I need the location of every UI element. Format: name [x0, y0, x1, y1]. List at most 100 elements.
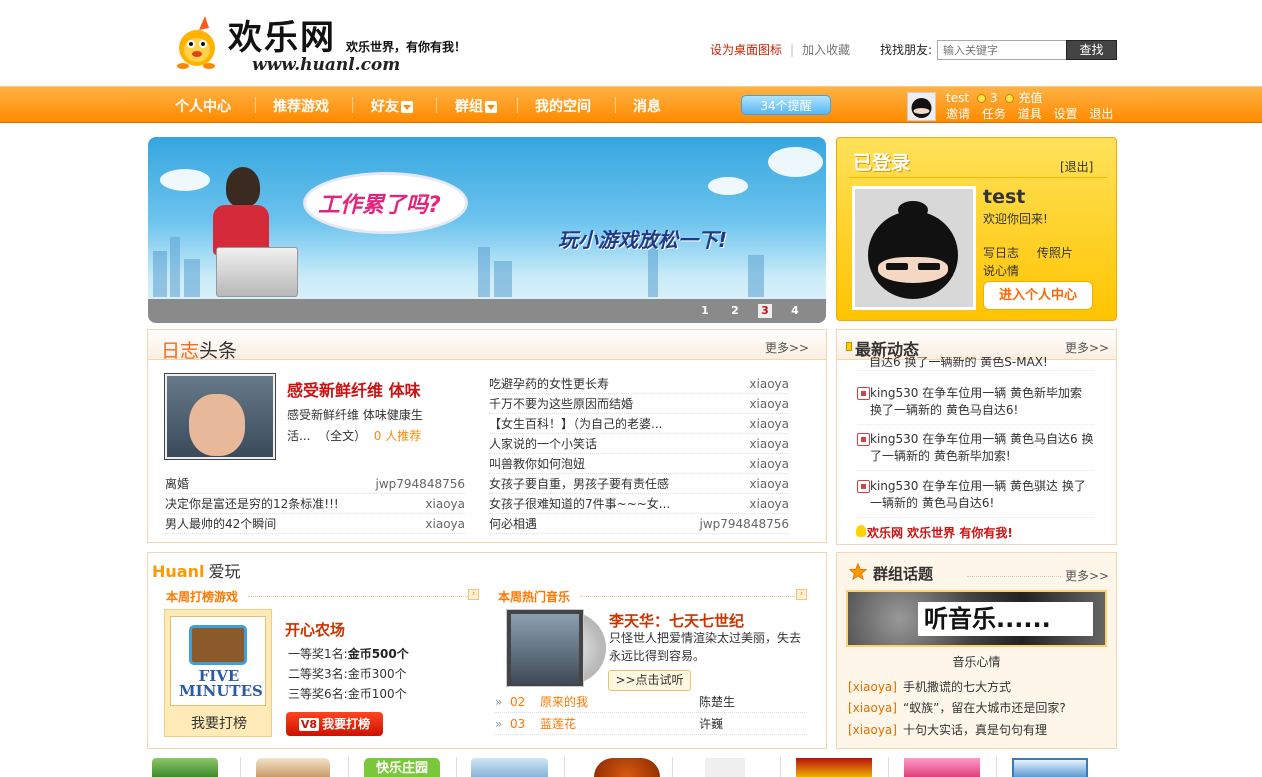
- game-thumbnail[interactable]: [471, 758, 548, 777]
- list-item[interactable]: [xiaoya] 十句大实话，真是句句有理: [848, 721, 1047, 738]
- upload-photo-link[interactable]: 传照片: [1037, 246, 1073, 260]
- recharge-link[interactable]: 充值: [1018, 91, 1042, 105]
- activity-text[interactable]: king530 在争车位用一辆 黄色骐达 换了一辆新的 黄色马自达6!: [857, 478, 1094, 512]
- friend-search-button[interactable]: 查找: [1066, 40, 1117, 60]
- post-mood-link[interactable]: 说心情: [983, 262, 1019, 279]
- group-topic-banner[interactable]: 听音乐......: [846, 590, 1107, 647]
- activity-text[interactable]: king530 在争车位用一辆 黄色马自达6 换了一辆新的 黄色新毕加索!: [857, 431, 1094, 465]
- profile-avatar[interactable]: [852, 186, 976, 310]
- diary-more-link[interactable]: 更多>>: [765, 339, 809, 356]
- list-item[interactable]: [xiaoya] 手机撒谎的七大方式: [848, 678, 1011, 695]
- list-item[interactable]: 叫兽教你如何泡妞 xiaoya: [489, 454, 789, 474]
- group-more-link[interactable]: 更多>>: [1065, 567, 1109, 584]
- chevron-right-icon[interactable]: ›: [468, 589, 479, 600]
- nav-item-recommended-games[interactable]: 推荐游戏: [273, 96, 329, 116]
- song-row[interactable]: » 02 原来的我 陈楚生: [495, 691, 807, 713]
- diary-feature-title[interactable]: 感受新鲜纤维 体味: [287, 377, 421, 401]
- game-thumbnail[interactable]: [796, 758, 872, 777]
- diary-author[interactable]: xiaoya: [749, 414, 789, 434]
- diary-title[interactable]: 男人最帅的42个瞬间: [165, 514, 276, 534]
- logout-link[interactable]: 退出: [1089, 107, 1113, 121]
- login-username[interactable]: test: [983, 186, 1025, 208]
- game-thumbnail[interactable]: [256, 758, 330, 777]
- join-ranking-button[interactable]: V8 我要打榜: [286, 712, 383, 736]
- banner-page-4[interactable]: 4: [788, 304, 802, 318]
- nav-item-my-space[interactable]: 我的空间: [535, 96, 591, 116]
- diary-title[interactable]: 决定你是富还是穷的12条标准!!!: [165, 494, 339, 514]
- song-name[interactable]: 原来的我: [540, 691, 588, 713]
- list-item[interactable]: 千万不要为这些原因而结婚 xiaoya: [489, 394, 789, 414]
- diary-author[interactable]: xiaoya: [425, 494, 465, 514]
- write-diary-link[interactable]: 写日志: [983, 246, 1019, 260]
- album-cover[interactable]: [506, 609, 584, 687]
- group-banner-caption[interactable]: 音乐心情: [837, 653, 1116, 670]
- topic-title[interactable]: “蚁族”，留在大城市还是回家?: [903, 701, 1066, 715]
- diary-title[interactable]: 离婚: [165, 474, 189, 494]
- mascot-logo-icon[interactable]: [175, 14, 221, 70]
- add-favorite-link[interactable]: 加入收藏: [802, 43, 850, 57]
- diary-author[interactable]: xiaoya: [749, 474, 789, 494]
- user-avatar[interactable]: [907, 92, 936, 121]
- nav-item-messages[interactable]: 消息: [633, 96, 661, 116]
- song-row[interactable]: » 03 蓝莲花 许巍: [495, 713, 807, 735]
- diary-title[interactable]: 人家说的一个小笑话: [489, 434, 597, 454]
- featured-game-name[interactable]: 开心农场: [285, 619, 345, 640]
- list-item[interactable]: 何必相遇 jwp794848756: [489, 514, 789, 534]
- song-singer[interactable]: 陈楚生: [699, 691, 735, 713]
- list-item[interactable]: 女孩子要自重，男孩子要有责任感 xiaoya: [489, 474, 789, 494]
- chevron-right-icon[interactable]: ›: [796, 589, 807, 600]
- diary-title[interactable]: 女孩子要自重，男孩子要有责任感: [489, 474, 669, 494]
- list-item[interactable]: 男人最帅的42个瞬间 xiaoya: [165, 514, 465, 534]
- nav-username[interactable]: test: [946, 91, 969, 105]
- topic-title[interactable]: 手机撒谎的七大方式: [903, 680, 1011, 694]
- game-thumbnail[interactable]: [705, 758, 745, 777]
- diary-author[interactable]: xiaoya: [425, 514, 465, 534]
- list-item[interactable]: [xiaoya] “蚁族”，留在大城市还是回家?: [848, 699, 1066, 716]
- banner-page-3[interactable]: 3: [758, 304, 772, 318]
- list-item[interactable]: 【女生百科！】（为自己的老婆... xiaoya: [489, 414, 789, 434]
- list-item[interactable]: 人家说的一个小笑话 xiaoya: [489, 434, 789, 454]
- featured-song-title[interactable]: 李天华：七天七世纪: [609, 610, 744, 631]
- game-thumbnail-happy-manor[interactable]: 快乐庄园: [364, 758, 440, 777]
- diary-title[interactable]: 何必相遇: [489, 514, 537, 534]
- set-desktop-icon-link[interactable]: 设为桌面图标: [710, 43, 782, 57]
- diary-author[interactable]: jwp794848756: [376, 474, 465, 494]
- chevron-down-icon[interactable]: [485, 101, 497, 113]
- game-play-label[interactable]: 我要打榜: [165, 713, 273, 733]
- settings-link[interactable]: 设置: [1054, 107, 1078, 121]
- song-name[interactable]: 蓝莲花: [540, 713, 576, 735]
- game-thumbnail[interactable]: [904, 758, 980, 777]
- topic-title[interactable]: 十句大实话，真是句句有理: [903, 723, 1047, 737]
- game-thumbnail[interactable]: [594, 758, 660, 777]
- diary-author[interactable]: xiaoya: [749, 394, 789, 414]
- activity-text[interactable]: king530 在争车位用一辆 黄色新毕加索 换了一辆新的 黄色马自达6!: [857, 385, 1094, 419]
- topic-user[interactable]: [xiaoya]: [848, 723, 897, 737]
- login-exit-link[interactable]: [退出]: [1060, 158, 1093, 175]
- tasks-link[interactable]: 任务: [982, 107, 1006, 121]
- banner-page-2[interactable]: 2: [728, 304, 742, 318]
- full-text-link[interactable]: （全文）: [318, 429, 366, 443]
- banner-page-1[interactable]: 1: [698, 304, 712, 318]
- list-item[interactable]: 吃避孕药的女性更长寿 xiaoya: [489, 374, 789, 394]
- listen-button[interactable]: >>点击试听: [608, 670, 691, 691]
- friend-search-input[interactable]: [937, 40, 1067, 60]
- items-link[interactable]: 道具: [1018, 107, 1042, 121]
- diary-author[interactable]: xiaoya: [749, 454, 789, 474]
- recommend-count[interactable]: 0 人推荐: [374, 429, 421, 443]
- diary-author[interactable]: xiaoya: [749, 494, 789, 514]
- invite-link[interactable]: 邀请: [946, 107, 970, 121]
- chevron-down-icon[interactable]: [401, 101, 413, 113]
- diary-author[interactable]: xiaoya: [749, 374, 789, 394]
- game-thumbnail[interactable]: [152, 758, 218, 777]
- activity-more-link[interactable]: 更多>>: [1065, 339, 1109, 356]
- list-item[interactable]: 决定你是富还是穷的12条标准!!! xiaoya: [165, 494, 465, 514]
- reminders-button[interactable]: 34个提醒: [741, 95, 831, 115]
- diary-feature-thumbnail[interactable]: [164, 373, 276, 460]
- diary-title[interactable]: 叫兽教你如何泡妞: [489, 454, 585, 474]
- list-item[interactable]: 女孩子很难知道的7件事~~~女... xiaoya: [489, 494, 789, 514]
- featured-game-card[interactable]: FIVE MINUTES 我要打榜: [164, 609, 272, 737]
- diary-author[interactable]: xiaoya: [749, 434, 789, 454]
- topic-user[interactable]: [xiaoya]: [848, 680, 897, 694]
- song-singer[interactable]: 许巍: [699, 713, 723, 735]
- diary-title[interactable]: 【女生百科！】（为自己的老婆...: [489, 414, 662, 434]
